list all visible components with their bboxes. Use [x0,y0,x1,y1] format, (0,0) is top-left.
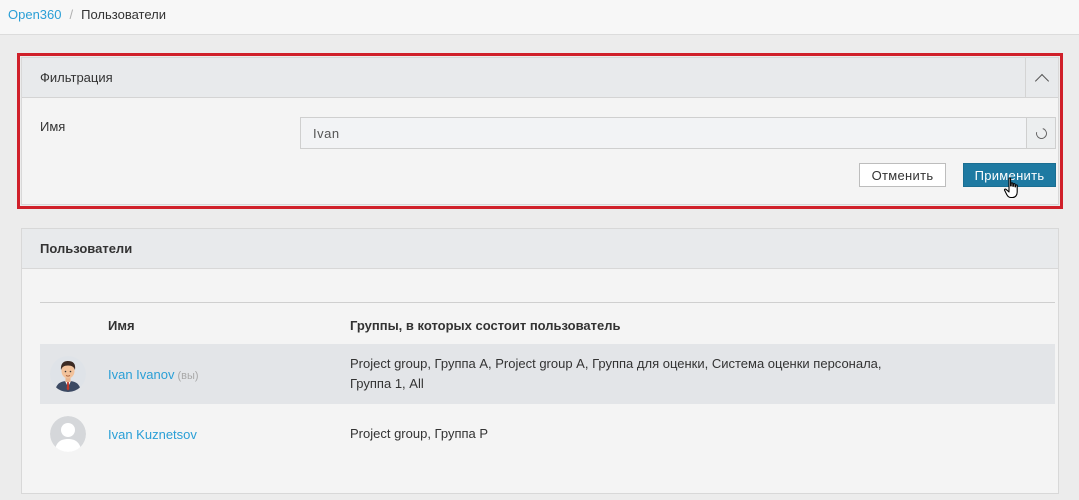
user-groups: Project group, Группа А, Project group А… [350,354,950,394]
breadcrumb-root-link[interactable]: Open360 [8,7,62,22]
users-header: Пользователи [22,229,1058,269]
breadcrumb-separator: / [69,7,74,22]
user-name[interactable]: Ivan Kuznetsov [108,427,197,442]
user-name-link[interactable]: Ivan Ivanov (вы) [108,367,199,382]
breadcrumb-current: Пользователи [81,7,166,22]
table-divider [40,302,1055,303]
top-bar: Open360 / Пользователи [0,0,1079,35]
filter-header[interactable]: Фильтрация [22,58,1058,98]
name-filter-input[interactable] [300,117,1027,149]
table-row: Ivan Kuznetsov Project group, Группа Р [40,404,1055,464]
current-user-tag: (вы) [177,370,199,382]
hand-cursor-icon [1003,177,1018,199]
collapse-filter-button[interactable] [1025,58,1058,98]
reset-filter-button[interactable] [1026,117,1056,149]
chevron-up-icon [1034,73,1050,88]
user-groups-line: Группа 1, All [350,376,424,391]
cancel-button[interactable]: Отменить [859,163,946,187]
refresh-icon [1033,125,1049,141]
user-groups-line: Project group, Группа А, Project group А… [350,356,882,371]
users-title: Пользователи [40,241,133,256]
user-groups: Project group, Группа Р [350,424,488,444]
filter-title: Фильтрация [40,70,113,85]
column-header-groups: Группы, в которых состоит пользователь [350,318,621,333]
user-avatar [50,356,86,392]
user-avatar [50,416,86,452]
filter-panel: Фильтрация Имя Отменить Применить [21,57,1059,205]
user-name-link[interactable]: Ivan Kuznetsov [108,427,197,442]
default-avatar-icon [50,416,86,452]
table-row: Ivan Ivanov (вы) Project group, Группа А,… [40,344,1055,404]
breadcrumb: Open360 / Пользователи [8,7,166,22]
users-panel: Пользователи Имя Группы, в которых состо… [21,228,1059,494]
user-groups-line: Project group, Группа Р [350,426,489,441]
user-name[interactable]: Ivan Ivanov [108,367,175,382]
name-filter-label: Имя [40,119,66,134]
column-header-name[interactable]: Имя [108,318,135,333]
man-portrait-avatar [50,356,86,392]
